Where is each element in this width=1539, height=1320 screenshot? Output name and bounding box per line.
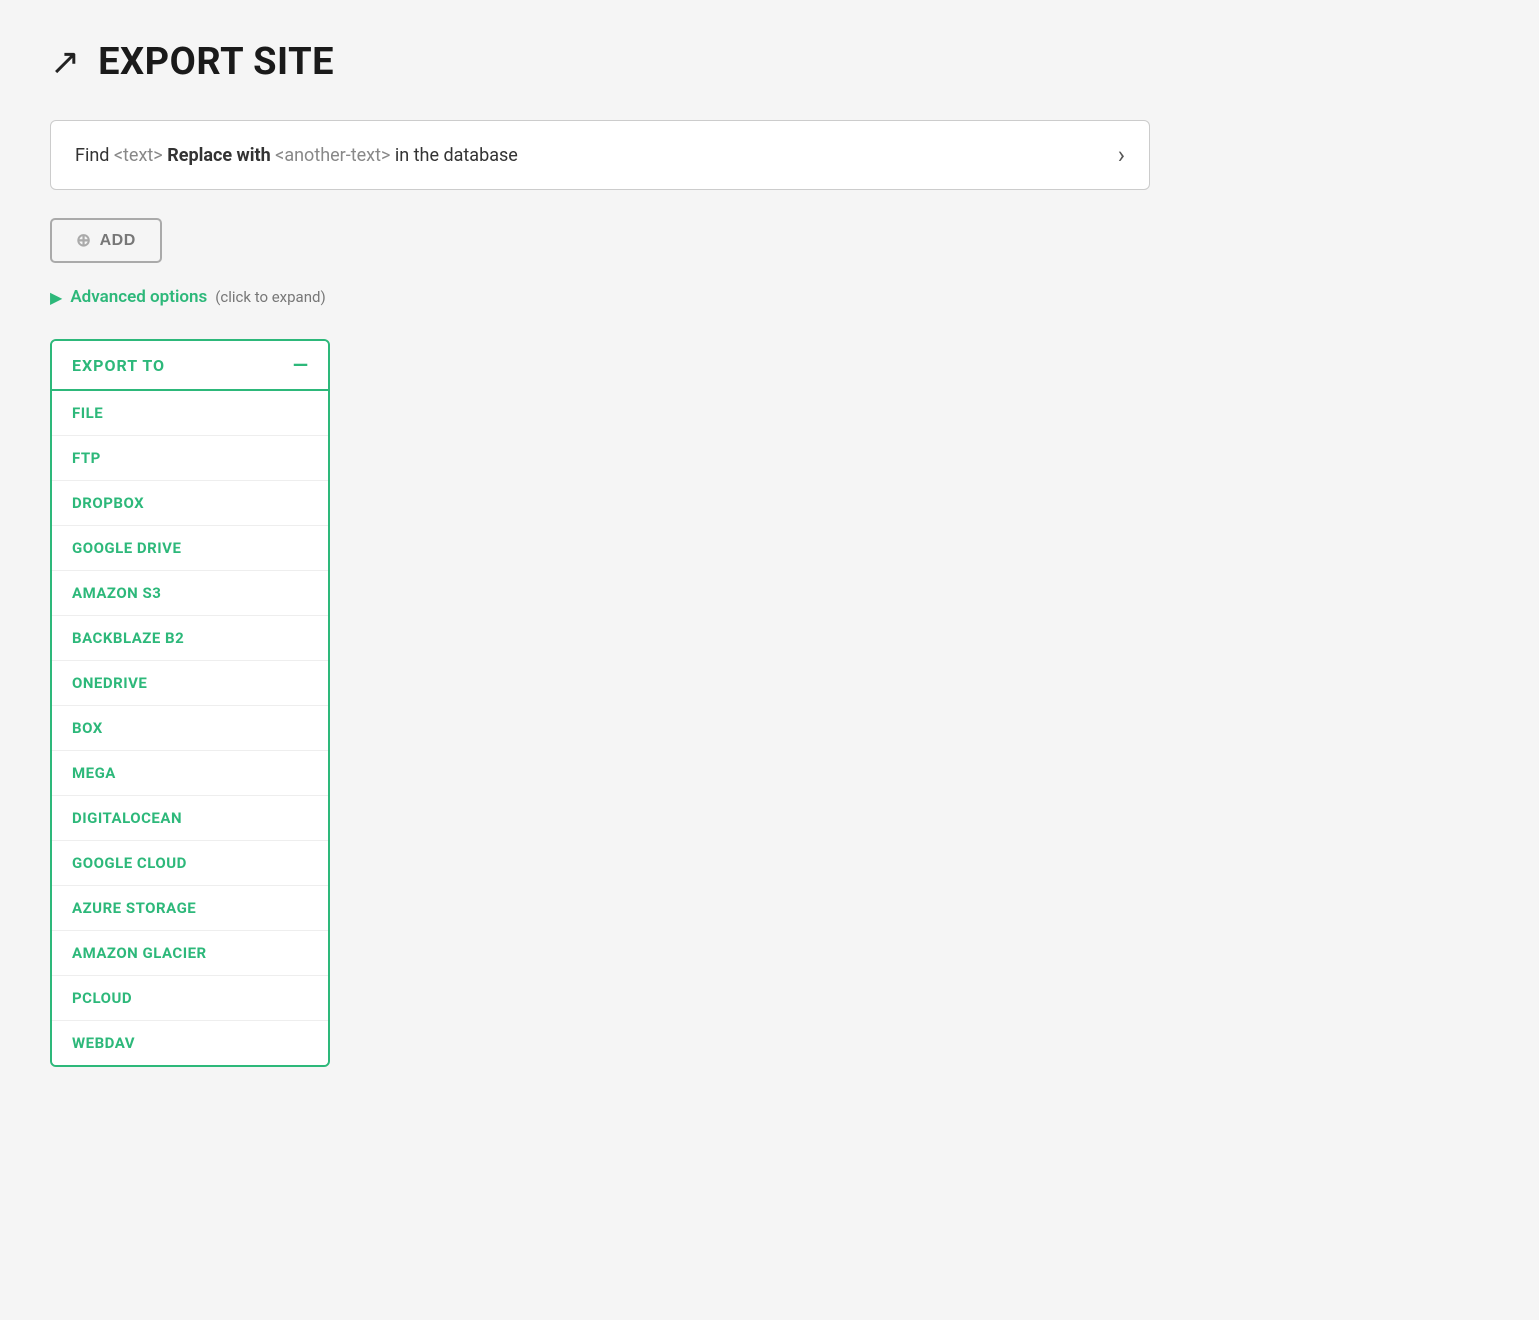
export-destination-item[interactable]: MEGA [52, 751, 328, 796]
add-button[interactable]: ⊕ ADD [50, 218, 162, 263]
export-panel-title: EXPORT TO [72, 356, 165, 375]
export-destination-item[interactable]: FTP [52, 436, 328, 481]
expand-arrow-icon: ▶ [50, 288, 62, 307]
page-header: ↗ EXPORT SITE [50, 40, 1489, 84]
export-destination-item[interactable]: AMAZON GLACIER [52, 931, 328, 976]
add-plus-icon: ⊕ [76, 230, 92, 251]
navigate-arrow-icon[interactable]: › [1118, 141, 1125, 169]
find-replace-bar[interactable]: Find <text> Replace with <another-text> … [50, 120, 1150, 190]
find-replace-text: Find <text> Replace with <another-text> … [75, 145, 518, 166]
export-destination-item[interactable]: FILE [52, 391, 328, 436]
export-destination-item[interactable]: GOOGLE DRIVE [52, 526, 328, 571]
export-destination-item[interactable]: BOX [52, 706, 328, 751]
collapse-panel-button[interactable]: — [293, 355, 308, 375]
add-button-label: ADD [100, 232, 136, 250]
tag1: <text> [114, 145, 163, 166]
export-destination-item[interactable]: ONEDRIVE [52, 661, 328, 706]
page-title: EXPORT SITE [98, 40, 334, 84]
advanced-options-label: Advanced options [70, 287, 207, 307]
export-destination-item[interactable]: BACKBLAZE B2 [52, 616, 328, 661]
suffix-text: in the database [395, 145, 518, 166]
tag2: <another-text> [275, 145, 390, 166]
export-destination-item[interactable]: WEBDAV [52, 1021, 328, 1065]
export-destination-item[interactable]: AMAZON S3 [52, 571, 328, 616]
export-destination-item[interactable]: GOOGLE CLOUD [52, 841, 328, 886]
export-panel-header: EXPORT TO — [52, 341, 328, 391]
export-destination-item[interactable]: DIGITALOCEAN [52, 796, 328, 841]
export-destination-list: FILEFTPDROPBOXGOOGLE DRIVEAMAZON S3BACKB… [52, 391, 328, 1065]
advanced-options[interactable]: ▶ Advanced options (click to expand) [50, 287, 1489, 307]
export-destination-item[interactable]: DROPBOX [52, 481, 328, 526]
action-label: Replace with [167, 145, 275, 166]
export-destination-item[interactable]: AZURE STORAGE [52, 886, 328, 931]
export-icon: ↗ [50, 41, 80, 83]
export-destination-item[interactable]: PCLOUD [52, 976, 328, 1021]
export-to-panel: EXPORT TO — FILEFTPDROPBOXGOOGLE DRIVEAM… [50, 339, 330, 1067]
advanced-options-hint: (click to expand) [215, 288, 325, 306]
